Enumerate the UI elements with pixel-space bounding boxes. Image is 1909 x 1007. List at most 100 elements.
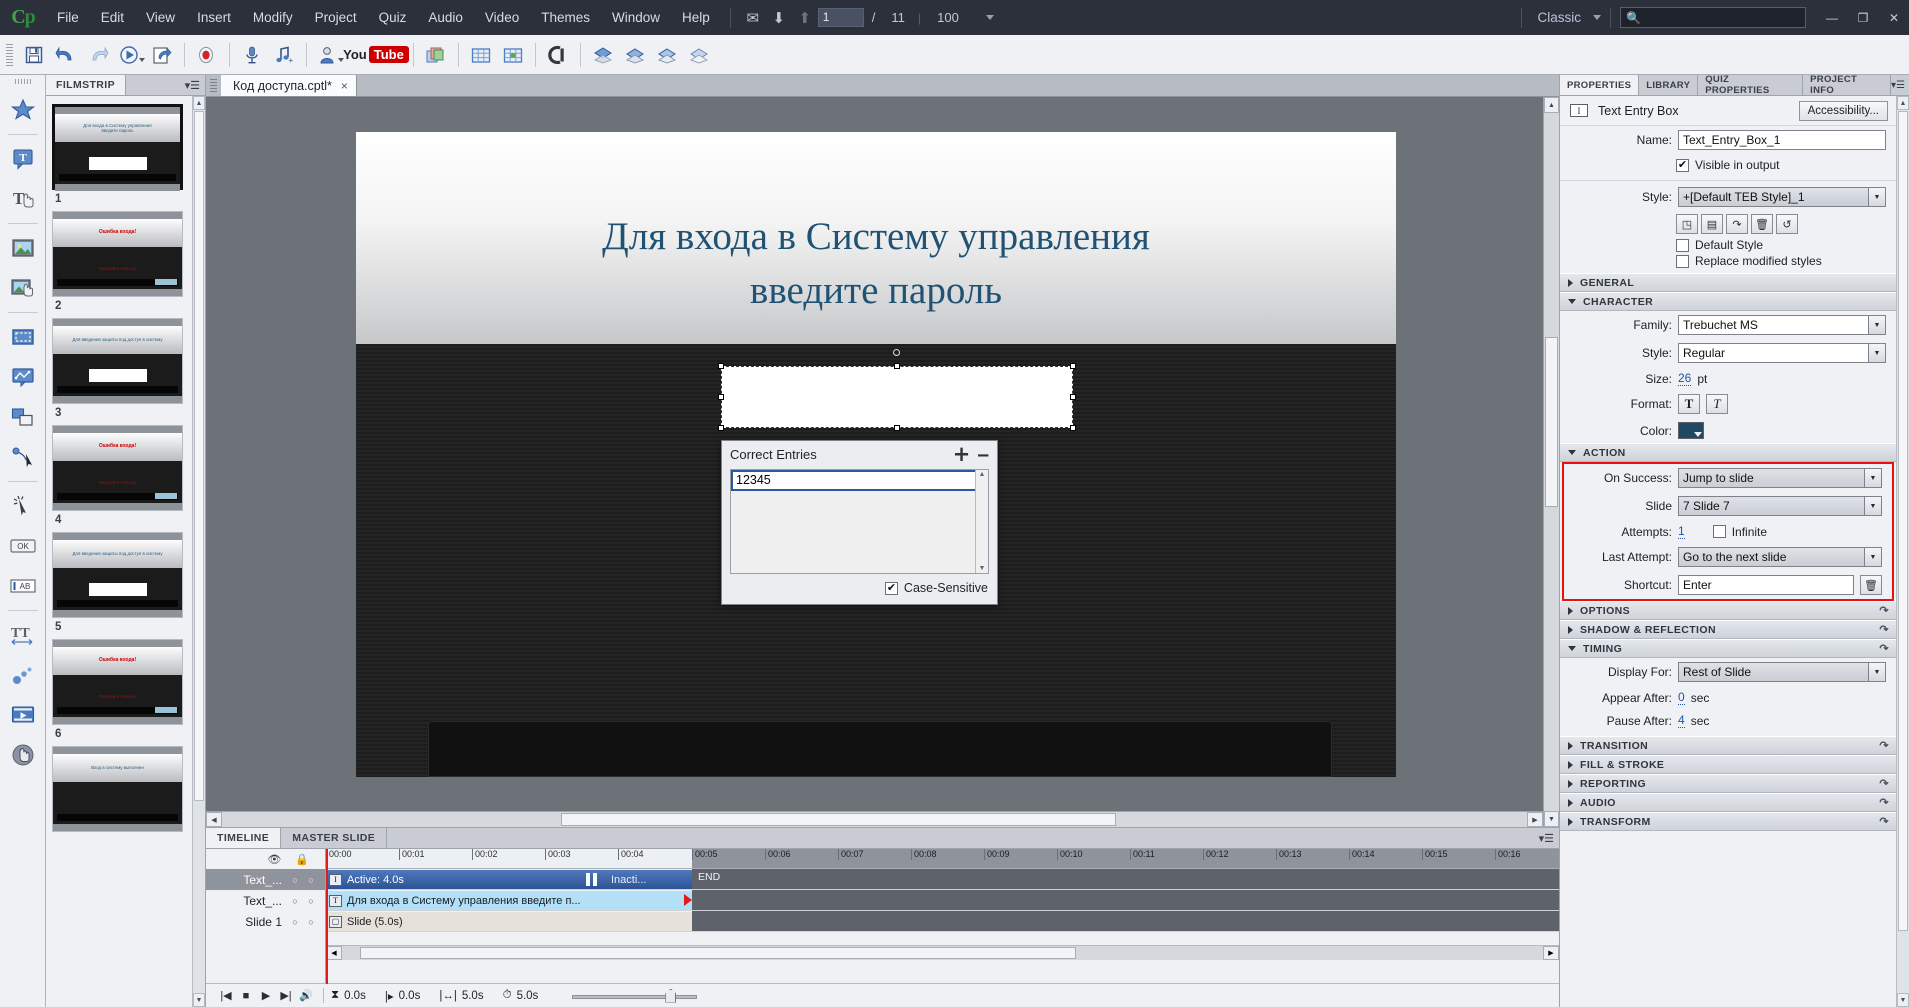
remove-entry-button[interactable]: – <box>977 444 989 465</box>
timeline-lane-3[interactable]: ▢ Slide (5.0s) <box>326 911 1559 932</box>
slide-thumbnail[interactable]: Вход в систему выполнен <box>52 746 183 832</box>
properties-scroll-area[interactable]: I Text Entry Box Accessibility... Name: … <box>1560 96 1896 1007</box>
slide-stage[interactable]: Для входа в Систему управления введите п… <box>356 132 1396 777</box>
characters-button[interactable] <box>313 40 345 70</box>
attempts-value[interactable]: 1 <box>1678 524 1685 539</box>
shapes-tool[interactable] <box>4 90 42 130</box>
menu-window[interactable]: Window <box>601 6 671 29</box>
font-color-swatch[interactable] <box>1678 422 1704 439</box>
add-audio-button[interactable]: + <box>268 40 300 70</box>
delete-style-icon[interactable]: 🗑 <box>1751 214 1773 234</box>
play-icon[interactable]: ▶ <box>256 989 276 1002</box>
checkbox-icon[interactable] <box>884 581 898 595</box>
chevron-down-icon[interactable]: ▼ <box>1864 497 1881 515</box>
redo-button[interactable] <box>82 40 114 70</box>
effects-tool[interactable] <box>4 655 42 695</box>
resize-handle-nw[interactable] <box>718 363 724 369</box>
workspace-dropdown-icon[interactable] <box>1593 15 1601 20</box>
preview-button[interactable] <box>114 40 146 70</box>
chevron-down-icon[interactable] <box>139 57 145 62</box>
slider-knob[interactable] <box>665 988 677 1003</box>
section-character[interactable]: CHARACTER <box>1560 292 1896 311</box>
interactions-tool[interactable] <box>4 735 42 775</box>
resize-handle-w[interactable] <box>718 394 724 400</box>
resize-handle-n[interactable] <box>894 363 900 369</box>
checkbox-icon[interactable] <box>1676 158 1689 172</box>
menu-themes[interactable]: Themes <box>530 6 601 29</box>
timeline-tracks[interactable]: 00:00 00:01 00:02 00:03 00:04 00:05 00:0… <box>326 849 1559 984</box>
filmstrip-slide-4[interactable]: Ошибка входа! Повторите попытку 4 <box>52 425 192 526</box>
trash-icon[interactable]: 🗑 <box>1860 575 1882 595</box>
slide-thumbnail[interactable]: Ошибка входа! Повторите попытку <box>52 425 183 511</box>
image-tool[interactable] <box>4 228 42 268</box>
video-tool[interactable] <box>4 695 42 735</box>
youtube-button[interactable]: You Tube <box>343 40 409 70</box>
canvas-vertical-scrollbar[interactable]: ▲ ▼ <box>1543 97 1559 827</box>
apply-style-icon[interactable]: ↷ <box>1726 214 1748 234</box>
mouse-path-tool[interactable] <box>4 437 42 477</box>
zoom-dropdown-icon[interactable] <box>986 15 995 20</box>
toolbar-grip[interactable] <box>6 43 13 66</box>
rollover-button[interactable] <box>542 40 574 70</box>
toolrail-grip[interactable] <box>14 79 31 84</box>
menu-modify[interactable]: Modify <box>242 6 304 29</box>
chevron-down-icon[interactable]: ▼ <box>1864 548 1881 566</box>
section-options[interactable]: OPTIONS ↷ <box>1560 601 1896 620</box>
slides-button[interactable] <box>420 40 452 70</box>
doctab-grip[interactable] <box>210 78 217 93</box>
display-for-dropdown[interactable]: Rest of Slide ▼ <box>1678 662 1886 682</box>
text-animation-tool[interactable]: TT <box>4 615 42 655</box>
menu-file[interactable]: File <box>46 6 90 29</box>
scrollbar-thumb[interactable] <box>1898 111 1908 931</box>
chevron-down-icon[interactable]: ▼ <box>1868 188 1885 206</box>
section-reporting[interactable]: REPORTING ↷ <box>1560 774 1896 793</box>
button-tool[interactable]: OK <box>4 526 42 566</box>
slide-dropdown[interactable]: 7 Slide 7 ▼ <box>1678 496 1882 516</box>
scroll-up-icon[interactable]: ▲ <box>1897 96 1909 110</box>
menu-quiz[interactable]: Quiz <box>368 6 418 29</box>
timeline-row-label-2[interactable]: Text_... ○ ○ <box>206 890 325 911</box>
on-success-dropdown[interactable]: Jump to slide ▼ <box>1678 468 1882 488</box>
filmstrip-scroll-area[interactable]: Для входа в Систему управления введите п… <box>46 96 192 1007</box>
scroll-left-icon[interactable]: ◀ <box>326 946 342 960</box>
text-caption-tool[interactable]: T <box>4 139 42 179</box>
rotate-handle[interactable] <box>893 349 900 356</box>
chevron-down-icon[interactable]: ▼ <box>1868 316 1885 334</box>
step-forward-icon[interactable]: ▶| <box>276 989 296 1002</box>
new-style-icon[interactable]: ◳ <box>1676 214 1698 234</box>
scroll-right-icon[interactable]: ▶ <box>1543 946 1559 960</box>
scroll-right-icon[interactable]: ▶ <box>1527 812 1543 827</box>
close-icon[interactable]: ✕ <box>1879 6 1909 29</box>
bold-button[interactable]: T <box>1678 394 1700 414</box>
correct-entry-item[interactable]: 12345 <box>731 470 988 491</box>
playhead[interactable] <box>326 849 328 984</box>
lock-icon[interactable]: 🔒 <box>295 853 309 866</box>
record-button[interactable] <box>191 40 223 70</box>
tab-quiz-properties[interactable]: QUIZ PROPERTIES <box>1698 74 1804 96</box>
visibility-toggle[interactable]: ○ <box>287 896 303 906</box>
rewind-icon[interactable]: |◀ <box>216 989 236 1002</box>
chevron-down-icon[interactable]: ▼ <box>1864 469 1881 487</box>
section-action[interactable]: ACTION <box>1560 443 1896 462</box>
accessibility-button[interactable]: Accessibility... <box>1798 100 1888 121</box>
font-family-dropdown[interactable]: Trebuchet MS ▼ <box>1678 315 1886 335</box>
timeline-lane-1[interactable]: I Active: 4.0s Inacti... END <box>326 869 1559 890</box>
filmstrip-slide-1[interactable]: Для входа в Систему управления введите п… <box>52 104 192 205</box>
text-entry-box-tool[interactable]: AB <box>4 566 42 606</box>
scrollbar-thumb[interactable] <box>1545 337 1558 507</box>
slide-thumbnail[interactable]: Ошибка входа! Повторите попытку <box>52 639 183 725</box>
rollover-slidelet-tool[interactable] <box>4 357 42 397</box>
timeline-zoom-slider[interactable] <box>572 988 698 1003</box>
infinite-checkbox[interactable]: Infinite <box>1712 525 1767 539</box>
section-shadow-reflection[interactable]: SHADOW & REFLECTION ↷ <box>1560 620 1896 639</box>
volume-icon[interactable]: 🔊 <box>296 989 316 1002</box>
scroll-down-icon[interactable]: ▼ <box>976 565 988 572</box>
click-box-tool[interactable] <box>4 486 42 526</box>
text-entry-box-object[interactable] <box>718 349 1076 431</box>
properties-scrollbar[interactable]: ▲ ▼ <box>1896 96 1909 1007</box>
section-general[interactable]: GENERAL <box>1560 273 1896 292</box>
checkbox-icon[interactable] <box>1676 238 1689 252</box>
slide-thumbnail[interactable]: Для введения защиты под доступ в систему <box>52 532 183 618</box>
appear-after-value[interactable]: 0 <box>1678 690 1685 705</box>
menu-video[interactable]: Video <box>474 6 530 29</box>
